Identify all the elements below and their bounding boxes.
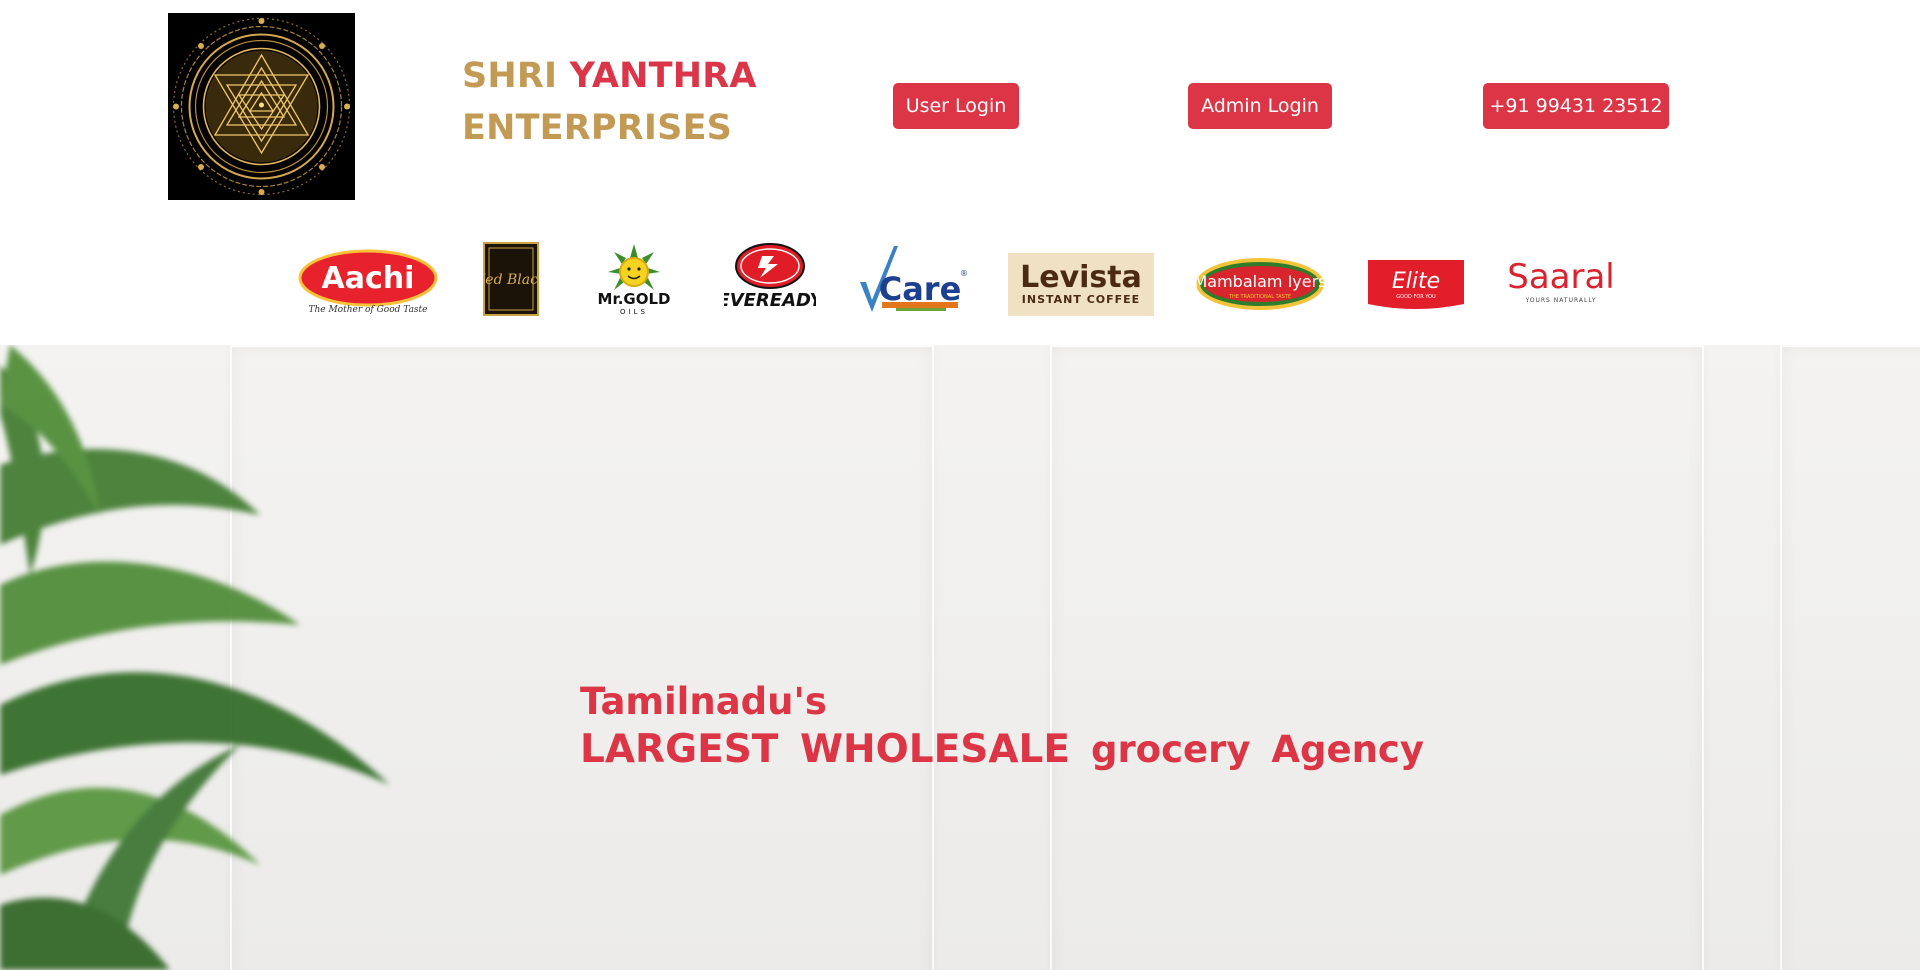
brand-logo-saaral[interactable]: Saaral YOURS NATURALLY — [1502, 254, 1620, 310]
brand-logo-eveready[interactable]: EVEREADY — [724, 242, 816, 312]
hero-line-wholesale: LARGEST WHOLESALE grocery Agency — [580, 726, 1424, 774]
brand-logo-aachi[interactable]: Aachi The Mother of Good Taste — [296, 246, 440, 316]
phone-number-button[interactable]: +91 99431 23512 — [1483, 83, 1669, 129]
hero-headline: Tamilnadu's LARGEST WHOLESALE grocery Ag… — [580, 678, 1424, 774]
vcare-logo-text: Care — [879, 270, 962, 308]
eveready-logo-text: EVEREADY — [724, 290, 816, 311]
page: SHRI YANTHRA ENTERPRISES User Login Admi… — [0, 0, 1920, 970]
zed-black-logo-text: Zed Black — [483, 272, 539, 288]
wall-panel — [1780, 345, 1920, 970]
brand-logo-vcare[interactable]: Care ® — [856, 242, 968, 316]
aachi-logo-text: Aachi — [322, 261, 415, 296]
brand-logo-zed-black[interactable]: Zed Black — [483, 242, 539, 316]
brand-logo-elite[interactable]: Elite GOOD FOR YOU — [1366, 258, 1466, 312]
sri-yantra-logo[interactable] — [168, 13, 355, 200]
mr-gold-logo-tagline: OILS — [620, 308, 648, 316]
svg-text:®: ® — [960, 269, 968, 278]
brand-logo-mambalam-iyers[interactable]: Mambalam Iyers THE TRADITIONAL TASTE — [1194, 256, 1326, 316]
elite-logo-text: Elite — [1392, 269, 1440, 294]
hero-banner — [0, 345, 1920, 970]
hero-line-tamilnadu: Tamilnadu's — [580, 680, 827, 723]
brand-word-enterprises: ENTERPRISES — [462, 108, 733, 148]
hero-grocery-agency: grocery Agency — [1090, 728, 1424, 771]
brand-word-shri: SHRI — [462, 56, 558, 96]
brand-logo-mr-gold[interactable]: Mr.GOLD OILS — [588, 240, 680, 316]
levista-logo-text: Levista — [1020, 260, 1142, 295]
elite-logo-tagline: GOOD FOR YOU — [1396, 294, 1436, 300]
mambalam-logo-text: Mambalam Iyers — [1194, 272, 1326, 291]
hero-largest-wholesale: LARGEST WHOLESALE — [580, 727, 1071, 772]
saaral-logo-tagline: YOURS NATURALLY — [1524, 297, 1596, 304]
aachi-logo-tagline: The Mother of Good Taste — [308, 305, 427, 315]
user-login-button[interactable]: User Login — [893, 83, 1019, 129]
site-brand-name[interactable]: SHRI YANTHRA ENTERPRISES — [462, 50, 757, 154]
mr-gold-logo-text: Mr.GOLD — [598, 290, 671, 308]
saaral-logo-text: Saaral — [1507, 257, 1615, 297]
mambalam-logo-tagline: THE TRADITIONAL TASTE — [1228, 294, 1291, 300]
site-header: SHRI YANTHRA ENTERPRISES User Login Admi… — [0, 0, 1920, 345]
admin-login-button[interactable]: Admin Login — [1188, 83, 1332, 129]
sri-yantra-logo-icon — [168, 13, 355, 200]
plant-leaves-image — [0, 345, 390, 970]
brand-logo-levista[interactable]: Levista INSTANT COFFEE — [1008, 253, 1154, 316]
levista-logo-tagline: INSTANT COFFEE — [1022, 293, 1140, 306]
wall-panel — [1050, 345, 1704, 970]
brand-word-yanthra: YANTHRA — [569, 56, 757, 96]
